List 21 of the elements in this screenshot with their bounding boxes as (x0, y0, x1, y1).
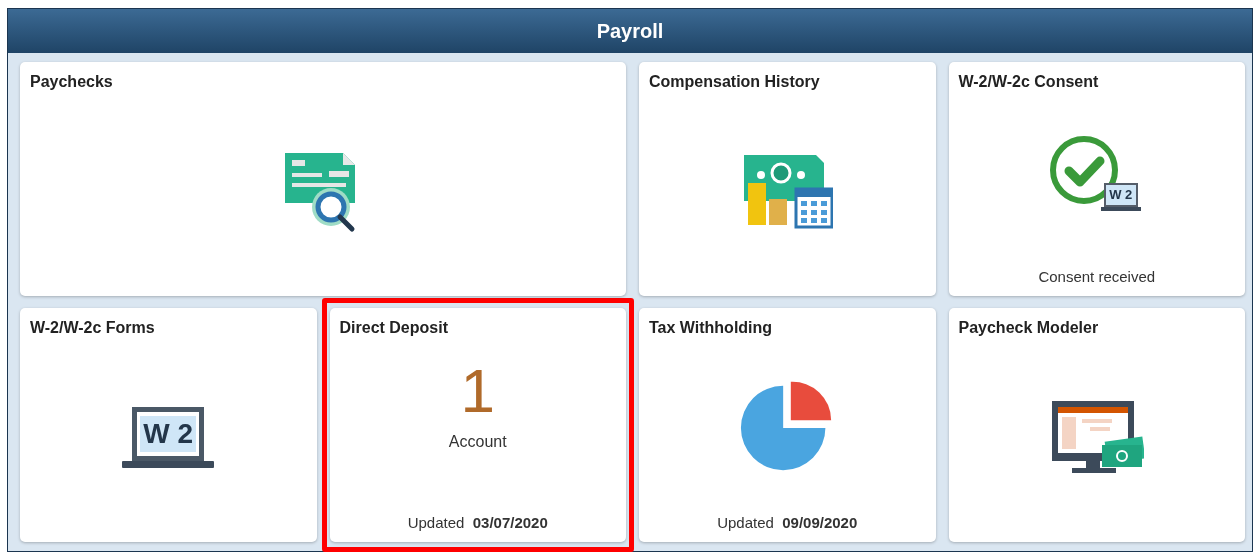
tile-title: W-2/W-2c Forms (30, 318, 155, 338)
tile-title: Compensation History (649, 72, 820, 92)
status-text: Consent received (1038, 266, 1156, 287)
tile[interactable]: Tax Withholding Updated 09/09/2020 (639, 308, 936, 542)
account-count: 1 (460, 360, 495, 422)
updated-text: Updated 03/07/2020 (407, 512, 548, 533)
tile-title: Paychecks (30, 72, 113, 92)
tile-title: W-2/W-2c Consent (958, 72, 1099, 92)
tile[interactable]: Compensation History (639, 62, 936, 296)
tile-title: Direct Deposit (339, 318, 448, 338)
count-label: Account (448, 432, 507, 452)
tile-title: Paycheck Modeler (958, 318, 1099, 338)
tile[interactable]: W-2/W-2c Consent W 2 Consent received (948, 62, 1245, 296)
updated-text: Updated 09/09/2020 (717, 512, 858, 533)
tile[interactable]: Paychecks (20, 62, 626, 296)
tile[interactable]: W-2/W-2c Forms W 2 (20, 308, 317, 542)
tile-title: Tax Withholding (649, 318, 773, 338)
monitor-money-icon (1049, 399, 1144, 475)
tile[interactable]: Paycheck Modeler (948, 308, 1245, 542)
page-title: Payroll (596, 19, 664, 44)
tile[interactable]: Direct Deposit 1 Account Updated 03/07/2020 (329, 308, 626, 542)
